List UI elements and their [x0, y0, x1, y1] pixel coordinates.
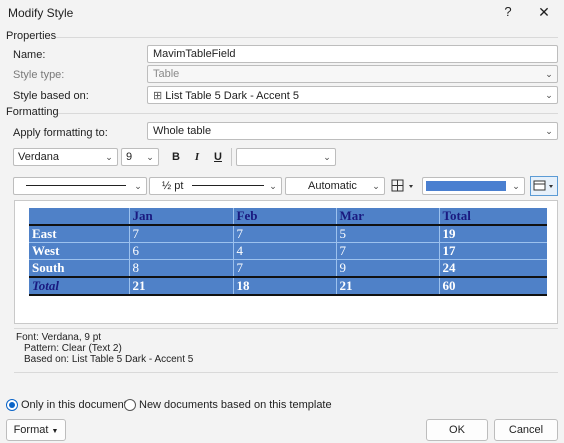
properties-section-label: Properties [6, 30, 57, 42]
line-style-select[interactable]: ⌄ [13, 177, 147, 195]
window-title: Modify Style [8, 6, 74, 20]
header-cell: Total [438, 208, 547, 226]
chevron-down-icon: ⌄ [146, 152, 154, 162]
total-cell: 21 [128, 276, 233, 296]
chevron-down-icon: ⌄ [323, 152, 331, 162]
description-divider [14, 372, 558, 373]
header-cell [29, 208, 129, 226]
total-cell: 60 [438, 276, 547, 296]
formatting-divider [58, 113, 558, 114]
total-cell: 21 [335, 276, 439, 296]
data-cell: 8 [128, 259, 233, 277]
ok-button[interactable]: OK [426, 419, 488, 441]
total-row: Total 21 18 21 60 [29, 276, 547, 296]
total-cell: 18 [232, 276, 336, 296]
borders-button[interactable] [390, 178, 422, 194]
table-props-icon [533, 180, 553, 191]
description-pattern: Pattern: Clear (Text 2) [24, 343, 122, 354]
preview-table: Jan Feb Mar Total East 7 7 5 19 West 6 4… [29, 208, 547, 296]
style-type-select[interactable]: Table ⌄ [147, 65, 558, 83]
line-weight-select[interactable]: ½ pt ⌄ [149, 177, 282, 195]
header-cell: Feb [232, 208, 336, 226]
shading-color-select[interactable]: ⌄ [422, 177, 525, 195]
total-label-cell: Total [29, 276, 129, 296]
data-cell: 17 [438, 242, 547, 260]
format-button[interactable]: Format ▼ [6, 419, 66, 441]
row-label-cell: South [29, 259, 129, 277]
name-input[interactable]: MavimTableField [147, 45, 558, 63]
style-based-on-label: Style based on: [13, 90, 89, 102]
data-cell: 7 [335, 242, 439, 260]
shading-color-swatch [426, 181, 506, 191]
row-label-cell: East [29, 224, 129, 243]
row-label-cell: West [29, 242, 129, 260]
new-documents-label: New documents based on this template [139, 399, 332, 411]
header-cell: Mar [335, 208, 439, 226]
close-button[interactable]: ✕ [530, 2, 558, 22]
preview-pane: Jan Feb Mar Total East 7 7 5 19 West 6 4… [14, 200, 558, 324]
new-documents-radio[interactable] [124, 399, 136, 411]
chevron-down-icon: ⌄ [545, 90, 553, 100]
properties-divider [56, 37, 558, 38]
style-type-value: Table [153, 68, 180, 80]
apply-formatting-label: Apply formatting to: [13, 127, 108, 139]
line-style-sample [26, 185, 126, 186]
chevron-down-icon: ⌄ [372, 181, 380, 191]
name-label: Name: [13, 49, 46, 61]
data-cell: 7 [232, 224, 336, 243]
apply-formatting-value: Whole table [153, 125, 212, 137]
font-select[interactable]: Verdana ⌄ [13, 148, 118, 166]
chevron-down-icon: ⌄ [134, 181, 142, 191]
style-based-on-value: List Table 5 Dark - Accent 5 [165, 90, 299, 102]
border-color-value: Automatic [308, 180, 357, 192]
table-row: West 6 4 7 17 [29, 242, 547, 260]
style-description: Font: Verdana, 9 pt Pattern: Clear (Text… [14, 328, 558, 372]
data-cell: 24 [438, 259, 547, 277]
table-style-icon: ⊞ [153, 90, 163, 102]
chevron-down-icon: ⌄ [105, 152, 113, 162]
table-row: South 8 7 9 24 [29, 259, 547, 277]
data-cell: 5 [335, 224, 439, 243]
formatting-section-label: Formatting [6, 106, 59, 118]
table-row: East 7 7 5 19 [29, 224, 547, 243]
font-value: Verdana [18, 151, 59, 163]
italic-button[interactable]: I [188, 148, 206, 166]
data-cell: 7 [232, 259, 336, 277]
data-cell: 19 [438, 224, 547, 243]
style-based-on-select[interactable]: ⊞ List Table 5 Dark - Accent 5 ⌄ [147, 86, 558, 104]
description-font: Font: Verdana, 9 pt [16, 332, 102, 343]
data-cell: 7 [128, 224, 233, 243]
line-weight-sample [192, 185, 264, 186]
only-this-document-label: Only in this document [21, 399, 127, 411]
chevron-down-icon: ⌄ [512, 181, 520, 191]
chevron-down-icon: ⌄ [269, 181, 277, 191]
data-cell: 6 [128, 242, 233, 260]
bold-button[interactable]: B [167, 148, 185, 166]
toolbar-separator [231, 148, 232, 166]
preview-header-row: Jan Feb Mar Total [29, 208, 547, 226]
border-color-select[interactable]: Automatic ⌄ [285, 177, 385, 195]
data-cell: 4 [232, 242, 336, 260]
style-type-label: Style type: [13, 69, 65, 81]
help-button[interactable]: ? [494, 2, 522, 22]
font-size-value: 9 [126, 151, 133, 163]
cancel-button[interactable]: Cancel [494, 419, 558, 441]
line-weight-value: ½ pt [162, 180, 184, 192]
font-color-select[interactable]: ⌄ [236, 148, 336, 166]
description-based-on: Based on: List Table 5 Dark - Accent 5 [24, 354, 194, 365]
format-label: Format [13, 424, 49, 436]
caret-down-icon: ▼ [51, 428, 59, 435]
only-this-document-radio[interactable] [6, 399, 18, 411]
underline-button[interactable]: U [209, 148, 227, 166]
title-bar [0, 0, 564, 26]
data-cell: 9 [335, 259, 439, 277]
font-size-select[interactable]: 9 ⌄ [121, 148, 159, 166]
table-properties-button[interactable] [530, 176, 558, 196]
apply-formatting-select[interactable]: Whole table ⌄ [147, 122, 558, 140]
chevron-down-icon: ⌄ [545, 69, 553, 79]
chevron-down-icon: ⌄ [545, 126, 553, 136]
header-cell: Jan [128, 208, 233, 226]
borders-icon [391, 179, 413, 192]
